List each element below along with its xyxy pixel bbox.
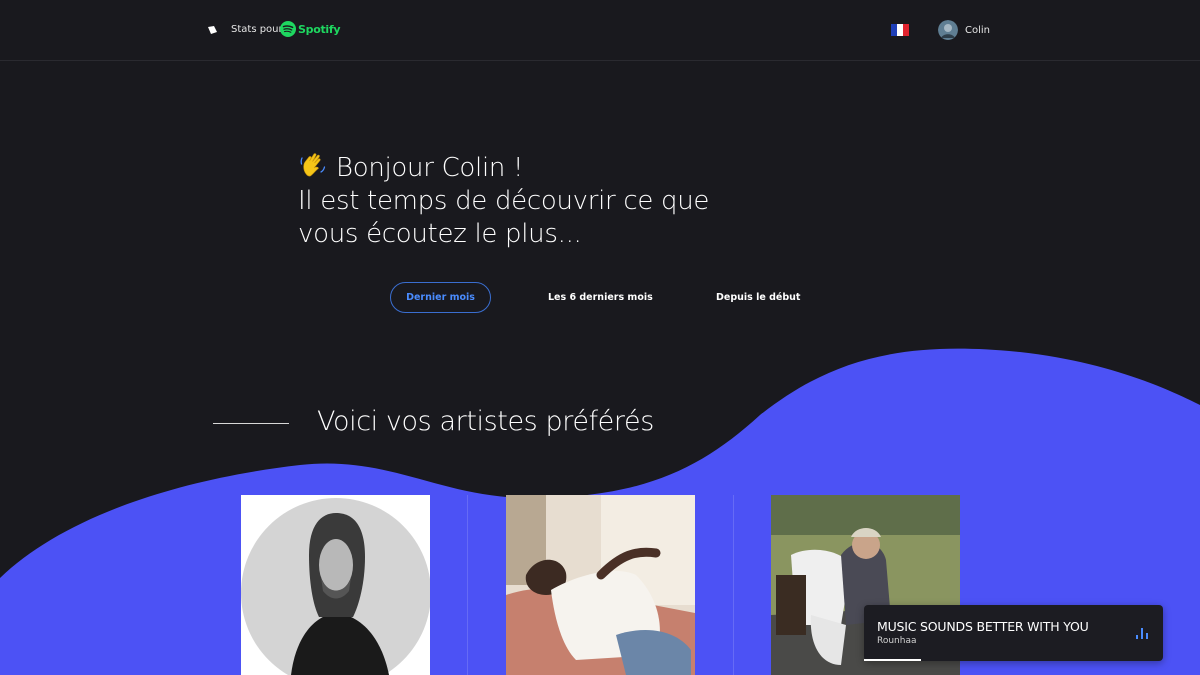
artist-card-2[interactable] [506,495,695,675]
artist-photo [506,495,695,675]
brand-text: Stats pour [231,24,283,35]
track-title: MUSIC SOUNDS BETTER WITH YOU [877,619,1089,634]
top-header: Stats pour Spotify Colin [0,0,1200,61]
user-name: Colin [965,24,990,36]
greeting-line-1: Bonjour Colin ! [336,153,524,183]
artist-photo [241,495,430,675]
card-divider [467,495,468,675]
equalizer-icon [1136,628,1148,639]
tab-all-time[interactable]: Depuis le début [716,292,800,303]
greeting-line-3: vous écoutez le plus... [298,219,582,249]
spotify-logo[interactable]: Spotify [280,21,341,37]
track-artist: Rounhaa [877,636,917,646]
avatar [938,20,958,40]
user-menu[interactable]: Colin [938,20,990,40]
logo-icon[interactable] [208,26,217,34]
greeting-line-2: Il est temps de découvrir ce que [298,186,710,216]
waving-hand-icon [300,153,326,177]
french-flag-icon[interactable] [891,24,909,36]
tab-last-month[interactable]: Dernier mois [390,282,491,313]
tab-last-6-months[interactable]: Les 6 derniers mois [548,292,653,303]
greeting-heading: Bonjour Colin ! Il est temps de découvri… [298,150,709,251]
artist-card-1[interactable] [241,495,430,675]
card-divider [733,495,734,675]
track-progress-bar[interactable] [864,659,921,661]
spotify-wordmark: Spotify [298,22,341,36]
section-divider-line [213,423,289,424]
spotify-icon [280,21,296,37]
now-playing-widget[interactable]: MUSIC SOUNDS BETTER WITH YOU Rounhaa [864,605,1163,661]
section-title: Voici vos artistes préférés [317,406,654,437]
